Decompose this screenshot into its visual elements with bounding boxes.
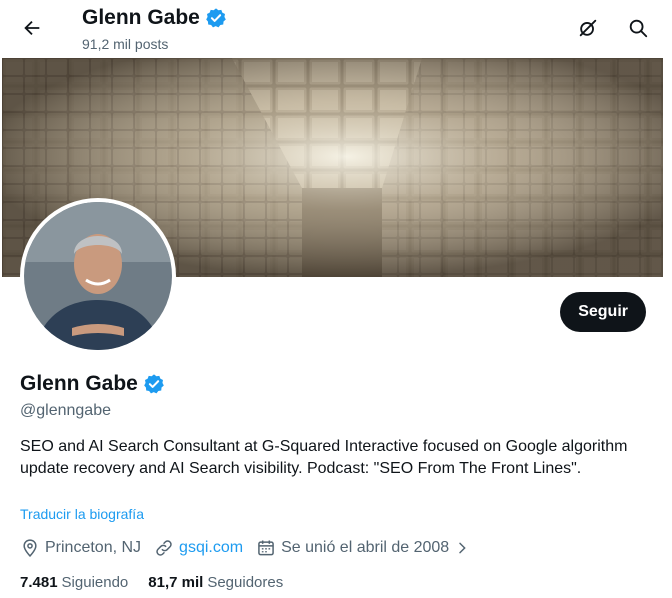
profile-handle: @glenngabe xyxy=(20,402,111,419)
followers-label: Seguidores xyxy=(207,574,284,591)
following-stat[interactable]: 7.481 Siguiendo xyxy=(20,574,128,591)
website-link[interactable]: gsqi.com xyxy=(179,539,243,557)
header-post-count: 91,2 mil posts xyxy=(82,36,169,52)
location-text: Princeton, NJ xyxy=(45,539,142,556)
profile-meta: Princeton, NJ gsqi.com Se unió el abril … xyxy=(20,538,483,558)
profile-name-row: Glenn Gabe xyxy=(20,372,165,396)
website[interactable]: gsqi.com xyxy=(154,538,243,558)
location-pin-icon xyxy=(23,539,37,557)
calendar-icon xyxy=(258,540,274,556)
following-label: Siguiendo xyxy=(61,574,129,591)
joined-date[interactable]: Se unió el abril de 2008 xyxy=(256,538,470,558)
header-title: Glenn Gabe xyxy=(82,6,227,30)
profile-bio: SEO and AI Search Consultant at G-Square… xyxy=(20,438,628,477)
header-name: Glenn Gabe xyxy=(82,6,200,29)
chevron-right-icon xyxy=(459,542,466,554)
following-count: 7.481 xyxy=(20,574,58,591)
top-bar: Glenn Gabe 91,2 mil posts xyxy=(0,0,672,58)
back-button[interactable] xyxy=(14,10,50,46)
search-button[interactable] xyxy=(622,12,654,44)
search-icon xyxy=(629,19,648,38)
grok-button[interactable] xyxy=(572,12,604,44)
location: Princeton, NJ xyxy=(20,538,141,558)
follow-stats: 7.481 Siguiendo 81,7 mil Seguidores xyxy=(20,574,303,591)
followers-count: 81,7 mil xyxy=(148,574,204,591)
profile-name: Glenn Gabe xyxy=(20,372,138,395)
verified-badge-icon xyxy=(206,8,226,28)
follow-button[interactable]: Seguir xyxy=(560,292,646,332)
followers-stat[interactable]: 81,7 mil Seguidores xyxy=(148,574,283,591)
grok-icon xyxy=(579,19,597,37)
translate-bio-link[interactable]: Traducir la biografía xyxy=(20,506,144,522)
joined-text: Se unió el abril de 2008 xyxy=(281,539,450,556)
avatar xyxy=(24,202,172,350)
link-icon xyxy=(156,540,172,556)
arrow-left-icon xyxy=(24,20,40,36)
verified-badge-icon[interactable] xyxy=(143,373,165,395)
avatar-frame[interactable] xyxy=(20,198,176,354)
